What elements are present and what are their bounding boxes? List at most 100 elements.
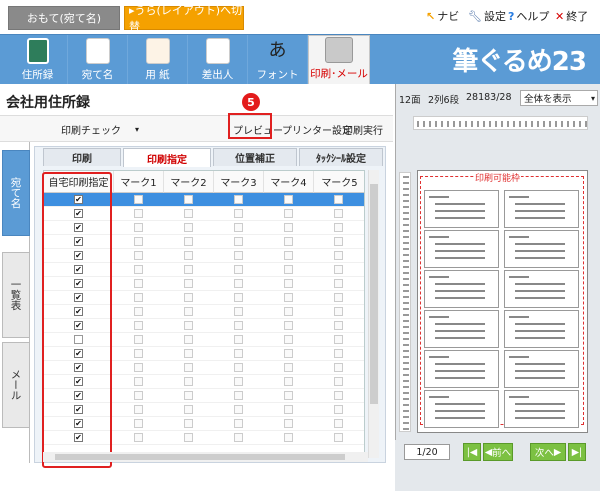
home-print-checkbox[interactable]: ✔ <box>74 321 83 330</box>
home-print-checkbox[interactable]: ✔ <box>74 349 83 358</box>
mark-checkbox[interactable] <box>234 321 243 330</box>
mark-checkbox[interactable] <box>284 349 293 358</box>
column-header-mark5[interactable]: マーク5 <box>314 171 364 193</box>
mark-checkbox[interactable] <box>234 265 243 274</box>
mark-checkbox[interactable] <box>234 391 243 400</box>
mark-checkbox[interactable] <box>234 293 243 302</box>
mark-checkbox[interactable] <box>284 251 293 260</box>
grid-vertical-scrollbar[interactable] <box>368 170 379 458</box>
mark-checkbox[interactable] <box>134 321 143 330</box>
mark-checkbox[interactable] <box>184 195 193 204</box>
mark-checkbox[interactable] <box>234 363 243 372</box>
mark-checkbox[interactable] <box>284 209 293 218</box>
mark-checkbox[interactable] <box>284 335 293 344</box>
zoom-select[interactable]: 全体を表示 ▾ <box>520 90 598 106</box>
mark-checkbox[interactable] <box>334 405 343 414</box>
table-row[interactable]: ✔ <box>44 221 364 235</box>
mark-checkbox[interactable] <box>234 405 243 414</box>
mark-checkbox[interactable] <box>184 251 193 260</box>
mark-checkbox[interactable] <box>284 293 293 302</box>
mark-checkbox[interactable] <box>184 279 193 288</box>
mark-checkbox[interactable] <box>134 237 143 246</box>
table-row[interactable]: ✔ <box>44 403 364 417</box>
tab-switch-to-back[interactable]: ▸うら(レイアウト)へ切替 <box>124 4 244 33</box>
mark-checkbox[interactable] <box>234 377 243 386</box>
home-print-checkbox[interactable]: ✔ <box>74 195 83 204</box>
print-check-dropdown[interactable]: 印刷チェック ▾ <box>58 120 142 138</box>
settings-menu[interactable]: 🔧︎ 設定 <box>468 8 506 24</box>
mark-checkbox[interactable] <box>284 391 293 400</box>
first-page-button[interactable]: |◀ <box>463 443 481 461</box>
mark-checkbox[interactable] <box>334 349 343 358</box>
mark-checkbox[interactable] <box>334 335 343 344</box>
home-print-checkbox[interactable]: ✔ <box>74 433 83 442</box>
table-row[interactable]: ✔ <box>44 263 364 277</box>
home-print-checkbox[interactable]: ✔ <box>74 279 83 288</box>
table-row[interactable]: ✔ <box>44 361 364 375</box>
mark-checkbox[interactable] <box>134 223 143 232</box>
mark-checkbox[interactable] <box>134 251 143 260</box>
mark-checkbox[interactable] <box>284 223 293 232</box>
home-print-checkbox[interactable]: ✔ <box>74 251 83 260</box>
mark-checkbox[interactable] <box>134 293 143 302</box>
home-print-checkbox[interactable]: ✔ <box>74 419 83 428</box>
home-print-checkbox[interactable]: ✔ <box>74 209 83 218</box>
mark-checkbox[interactable] <box>284 195 293 204</box>
mark-checkbox[interactable] <box>134 363 143 372</box>
tab-position[interactable]: 位置補正 <box>213 148 297 166</box>
home-print-checkbox[interactable]: ✔ <box>74 363 83 372</box>
table-row[interactable]: ✔ <box>44 417 364 431</box>
help-menu[interactable]: ? ヘルプ <box>508 8 549 24</box>
mark-checkbox[interactable] <box>134 265 143 274</box>
table-row[interactable]: ✔ <box>44 389 364 403</box>
print-run-button[interactable]: 印刷実行 <box>340 120 386 138</box>
ribbon-sender-button[interactable]: 差出人 <box>188 35 248 85</box>
mark-checkbox[interactable] <box>234 251 243 260</box>
mark-checkbox[interactable] <box>334 223 343 232</box>
table-row[interactable]: ✔ <box>44 207 364 221</box>
mark-checkbox[interactable] <box>134 209 143 218</box>
table-row[interactable]: ✔ <box>44 375 364 389</box>
mark-checkbox[interactable] <box>284 321 293 330</box>
table-row[interactable]: ✔ <box>44 249 364 263</box>
column-header-mark4[interactable]: マーク4 <box>264 171 314 193</box>
side-tab-atena[interactable]: 宛て名 <box>2 150 30 236</box>
side-tab-ichiran[interactable]: 一覧表 <box>2 252 30 338</box>
mark-checkbox[interactable] <box>184 405 193 414</box>
mark-checkbox[interactable] <box>284 307 293 316</box>
side-tab-mail[interactable]: メール <box>2 342 30 428</box>
exit-menu[interactable]: ✕ 終了 <box>555 8 588 24</box>
table-row[interactable]: ✔ <box>44 347 364 361</box>
home-print-checkbox[interactable]: ✔ <box>74 405 83 414</box>
home-print-checkbox[interactable]: ✔ <box>74 307 83 316</box>
mark-checkbox[interactable] <box>334 265 343 274</box>
last-page-button[interactable]: ▶| <box>568 443 586 461</box>
mark-checkbox[interactable] <box>134 391 143 400</box>
ribbon-postcard-button[interactable]: 宛て名 <box>68 35 128 85</box>
table-row[interactable]: ✔ <box>44 235 364 249</box>
mark-checkbox[interactable] <box>184 433 193 442</box>
mark-checkbox[interactable] <box>334 209 343 218</box>
mark-checkbox[interactable] <box>234 433 243 442</box>
home-print-checkbox[interactable]: ✔ <box>74 265 83 274</box>
mark-checkbox[interactable] <box>284 377 293 386</box>
home-print-checkbox[interactable]: ✔ <box>74 237 83 246</box>
mark-checkbox[interactable] <box>234 307 243 316</box>
tab-print-spec[interactable]: 印刷指定 <box>123 148 211 167</box>
mark-checkbox[interactable] <box>284 405 293 414</box>
mark-checkbox[interactable] <box>134 405 143 414</box>
next-page-button[interactable]: 次へ ▶ <box>530 443 566 461</box>
mark-checkbox[interactable] <box>334 237 343 246</box>
mark-checkbox[interactable] <box>284 237 293 246</box>
mark-checkbox[interactable] <box>334 419 343 428</box>
mark-checkbox[interactable] <box>334 251 343 260</box>
mark-checkbox[interactable] <box>334 321 343 330</box>
mark-checkbox[interactable] <box>234 279 243 288</box>
mark-checkbox[interactable] <box>184 307 193 316</box>
mark-checkbox[interactable] <box>334 363 343 372</box>
mark-checkbox[interactable] <box>134 307 143 316</box>
table-row[interactable]: ✔ <box>44 431 364 445</box>
home-print-checkbox[interactable] <box>74 335 83 344</box>
mark-checkbox[interactable] <box>184 335 193 344</box>
mark-checkbox[interactable] <box>334 293 343 302</box>
